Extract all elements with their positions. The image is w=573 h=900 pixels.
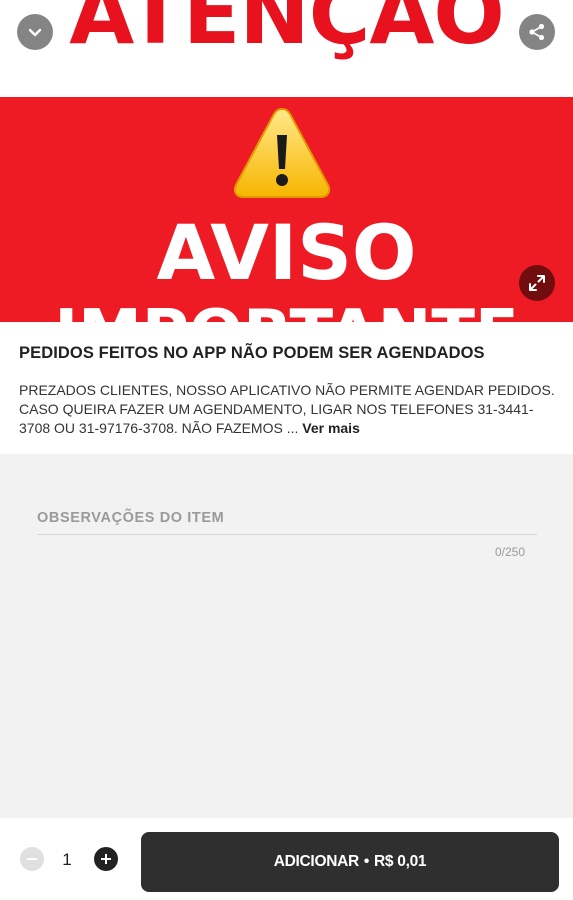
collapse-button[interactable] bbox=[17, 14, 53, 50]
share-icon bbox=[529, 23, 545, 41]
hero-heading-text: ATENÇÃO bbox=[69, 0, 505, 63]
decrease-quantity-button[interactable] bbox=[20, 847, 44, 871]
item-description: PREZADOS CLIENTES, NOSSO APLICATIVO NÃO … bbox=[19, 381, 555, 438]
hero-sub-text: IMPORTANTE bbox=[0, 302, 573, 322]
plus-icon bbox=[101, 854, 111, 864]
product-image: ATENÇÃO AVISO IMPORTANTE bbox=[0, 0, 573, 322]
add-button-label: ADICIONAR bbox=[273, 853, 359, 870]
add-button-price: R$ 0,01 bbox=[374, 853, 427, 870]
bottom-bar: 1 ADICIONAR • R$ 0,01 bbox=[0, 818, 573, 900]
hero-main-text: AVISO bbox=[156, 208, 417, 297]
expand-icon bbox=[529, 275, 545, 291]
chevron-down-icon bbox=[28, 28, 42, 37]
observations-field: OBSERVAÇÕES DO ITEM 0/250 bbox=[37, 500, 537, 559]
see-more-link[interactable]: Ver mais bbox=[302, 420, 360, 436]
item-title: PEDIDOS FEITOS NO APP NÃO PODEM SER AGEN… bbox=[19, 344, 485, 362]
hero-banner: AVISO IMPORTANTE bbox=[0, 97, 573, 322]
add-button-separator: • bbox=[363, 853, 370, 870]
quantity-value: 1 bbox=[62, 850, 72, 869]
observations-input[interactable] bbox=[37, 500, 537, 534]
expand-image-button[interactable] bbox=[519, 265, 555, 301]
item-info: PEDIDOS FEITOS NO APP NÃO PODEM SER AGEN… bbox=[0, 322, 573, 454]
share-button[interactable] bbox=[519, 14, 555, 50]
item-description-text: PREZADOS CLIENTES, NOSSO APLICATIVO NÃO … bbox=[19, 382, 555, 436]
warning-icon bbox=[233, 107, 331, 198]
observations-char-counter: 0/250 bbox=[494, 545, 525, 559]
increase-quantity-button[interactable] bbox=[94, 847, 118, 871]
minus-icon bbox=[27, 858, 37, 860]
add-to-cart-button[interactable]: ADICIONAR • R$ 0,01 bbox=[141, 832, 559, 892]
